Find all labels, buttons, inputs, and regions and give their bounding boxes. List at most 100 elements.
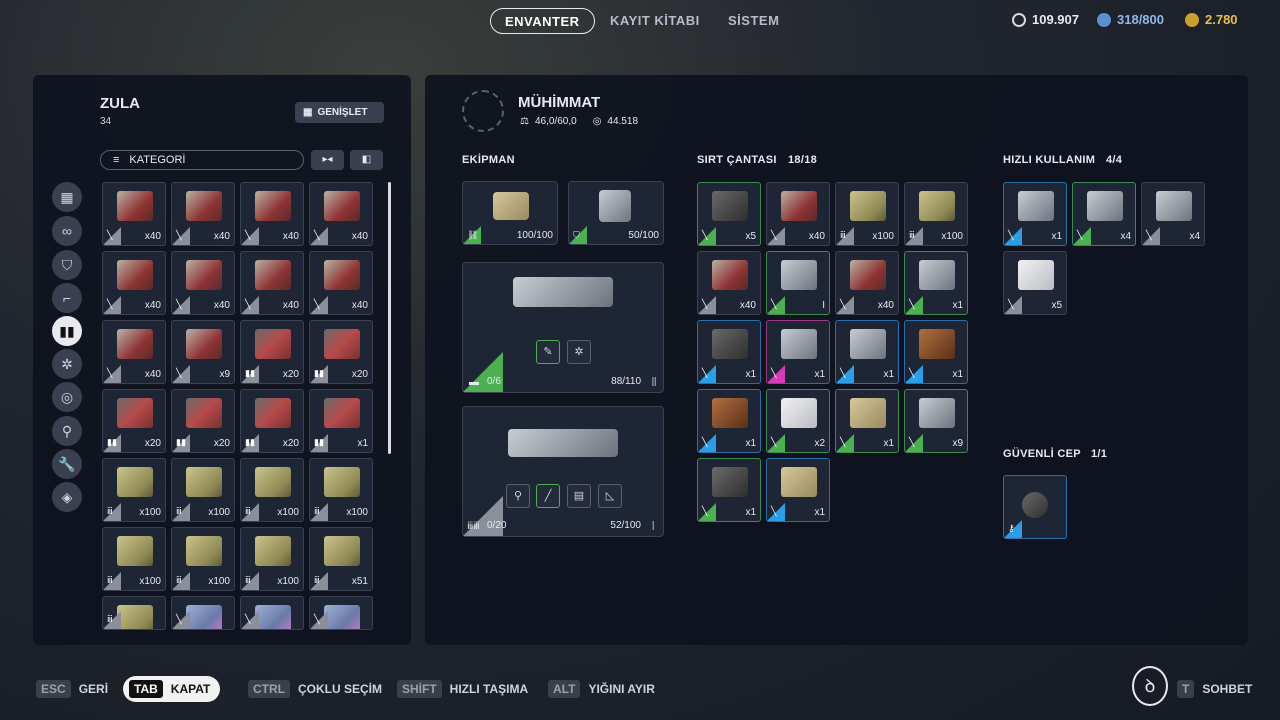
category-weapons[interactable]: ⌐ <box>52 283 82 313</box>
item-slot[interactable]: ╲ <box>171 596 235 630</box>
collapse-button[interactable]: ▸◂ <box>311 150 344 170</box>
item-slot[interactable]: ⅲ x100 <box>240 458 304 522</box>
item-slot[interactable]: ╲ x1 <box>835 320 899 384</box>
item-slot[interactable]: ╲ x40 <box>766 182 830 246</box>
category-all[interactable]: ▦ <box>52 182 82 212</box>
item-slot[interactable]: ⅲ <box>102 596 166 630</box>
safe-pocket-slot[interactable]: ⚷ <box>1003 475 1067 539</box>
weapon-2-mod-2[interactable]: ╱ <box>536 484 560 508</box>
tab-envanter[interactable]: ENVANTER <box>490 8 595 34</box>
item-slot[interactable]: ╲ x1 <box>904 320 968 384</box>
weapon-slot-1[interactable]: ✎ ✲ ▬ 0/6 88/110 Ⅱ <box>462 262 664 393</box>
item-slot[interactable]: ╲ x1 <box>835 389 899 453</box>
item-slot[interactable]: ╲ x40 <box>102 320 166 384</box>
stash-count: 34 <box>100 116 112 127</box>
item-slot[interactable]: ⅲ x100 <box>904 182 968 246</box>
footer-chat[interactable]: T SOHBET <box>1177 680 1252 698</box>
item-slot[interactable]: ⅲ x100 <box>309 458 373 522</box>
category-tools[interactable]: ⚲ <box>52 416 82 446</box>
weapon-1-mod-2[interactable]: ✲ <box>567 340 591 364</box>
item-slot[interactable]: ╲ x4 <box>1141 182 1205 246</box>
category-scope[interactable]: ◎ <box>52 382 82 412</box>
item-slot[interactable]: ⅲ x100 <box>240 527 304 591</box>
item-slot[interactable]: ▮▮ x20 <box>240 389 304 453</box>
item-quantity: x20 <box>144 438 161 449</box>
item-slot[interactable]: ▮▮ x20 <box>171 389 235 453</box>
item-type-icon: ╲ <box>702 230 708 240</box>
item-slot[interactable]: ▮▮ x20 <box>102 389 166 453</box>
expand-button[interactable]: ▦ GENİŞLET <box>295 102 384 123</box>
item-slot[interactable]: ╲ x1 <box>697 320 761 384</box>
item-type-icon: ▮▮ <box>176 437 186 447</box>
item-slot[interactable]: ⅲ x51 <box>309 527 373 591</box>
stash-scrollbar[interactable] <box>388 182 391 454</box>
category-mods[interactable]: ✲ <box>52 349 82 379</box>
item-slot[interactable]: ╲ x40 <box>102 182 166 246</box>
item-type-icon: ⅲ <box>909 230 915 240</box>
category-filter[interactable]: ≡ KATEGORİ <box>100 150 304 170</box>
footer-quick-move[interactable]: SHİFT HIZLI TAŞIMA <box>397 680 528 698</box>
item-slot[interactable]: ╲ x40 <box>240 251 304 315</box>
item-slot[interactable]: ╲ x40 <box>171 182 235 246</box>
item-slot[interactable]: ▮▮ x20 <box>240 320 304 384</box>
item-slot[interactable]: ╲ x9 <box>904 389 968 453</box>
item-slot[interactable]: ╲ x4 <box>1072 182 1136 246</box>
weapon-1-mod-1[interactable]: ✎ <box>536 340 560 364</box>
item-slot[interactable]: ╲ <box>240 596 304 630</box>
item-slot[interactable]: ╲ x1 <box>697 458 761 522</box>
category-wrench[interactable]: 🔧 <box>52 449 82 479</box>
item-slot[interactable]: ╲ x5 <box>697 182 761 246</box>
item-type-icon: ╲ <box>245 614 251 624</box>
item-slot[interactable]: ⅲ x100 <box>171 527 235 591</box>
barrel-icon: ╱ <box>544 490 552 502</box>
sort-button[interactable]: ◧ <box>350 150 383 170</box>
item-slot[interactable]: ╲ x2 <box>766 389 830 453</box>
item-slot[interactable]: ╲ x40 <box>240 182 304 246</box>
item-slot[interactable]: ⅲ x100 <box>171 458 235 522</box>
ammo-icon: ▮▮ <box>59 323 75 339</box>
category-box[interactable]: ◈ <box>52 482 82 512</box>
item-slot[interactable]: ▮▮ x20 <box>309 320 373 384</box>
storage-value: 318/800 <box>1117 12 1164 27</box>
item-slot[interactable]: ╲ x1 <box>1003 182 1067 246</box>
item-slot[interactable]: ╲ x9 <box>171 320 235 384</box>
item-slot[interactable]: ╲ x5 <box>1003 251 1067 315</box>
item-slot[interactable]: ╲ x40 <box>835 251 899 315</box>
item-slot[interactable]: ╲ x40 <box>309 251 373 315</box>
item-slot[interactable]: ╲ <box>309 596 373 630</box>
item-slot[interactable]: ⅲ x100 <box>102 458 166 522</box>
item-quantity: x1 <box>745 507 756 518</box>
category-ammo[interactable]: ▮▮ <box>52 316 82 346</box>
item-slot[interactable]: ╲ x40 <box>102 251 166 315</box>
item-art <box>186 260 222 290</box>
item-slot[interactable]: ╲ x40 <box>171 251 235 315</box>
item-slot[interactable]: ⅲ x100 <box>835 182 899 246</box>
item-art <box>255 191 291 221</box>
item-slot[interactable]: ╲ x1 <box>697 389 761 453</box>
tab-kayit-kitabi[interactable]: KAYIT KİTABI <box>610 8 700 34</box>
shield-slot[interactable]: ⛉ 50/100 <box>568 181 664 245</box>
label-multi-select: ÇOKLU SEÇİM <box>298 682 382 696</box>
item-slot[interactable]: ╲ I <box>766 251 830 315</box>
category-armor[interactable]: ⛉ <box>52 250 82 280</box>
weapon-2-mod-4[interactable]: ◺ <box>598 484 622 508</box>
footer-close[interactable]: TAB KAPAT <box>123 676 221 702</box>
armor-slot[interactable]: ⛓ 100/100 <box>462 181 558 245</box>
weapon-slot-2[interactable]: ⚲ ╱ ▤ ◺ ⅲⅲ 0/20 52/100 Ⅰ <box>462 406 664 537</box>
item-slot[interactable]: ╲ x40 <box>309 182 373 246</box>
category-link[interactable]: ∞ <box>52 216 82 246</box>
weapon-2-mod-1[interactable]: ⚲ <box>506 484 530 508</box>
footer-back[interactable]: ESC GERİ <box>36 680 108 698</box>
item-type-icon: ⅲ <box>176 506 182 516</box>
item-slot[interactable]: ╲ x1 <box>766 320 830 384</box>
item-slot[interactable]: ╲ x40 <box>697 251 761 315</box>
item-slot[interactable]: ╲ x1 <box>904 251 968 315</box>
tab-sistem[interactable]: SİSTEM <box>728 8 779 34</box>
footer-split-stack[interactable]: ALT YIĞINI AYIR <box>548 680 655 698</box>
item-type-icon: ⅲ <box>840 230 846 240</box>
weapon-2-mod-3[interactable]: ▤ <box>567 484 591 508</box>
footer-multi-select[interactable]: CTRL ÇOKLU SEÇİM <box>248 680 382 698</box>
item-slot[interactable]: ▮▮ x1 <box>309 389 373 453</box>
item-slot[interactable]: ⅲ x100 <box>102 527 166 591</box>
item-slot[interactable]: ╲ x1 <box>766 458 830 522</box>
